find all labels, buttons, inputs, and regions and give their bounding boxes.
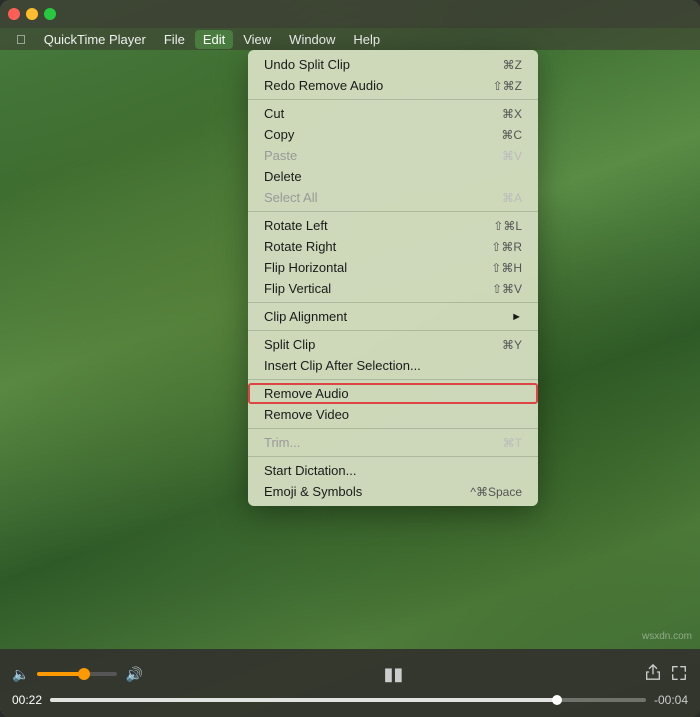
menu-shortcut: ⇧⌘Z: [493, 79, 522, 93]
menu-label: Rotate Right: [264, 239, 336, 254]
submenu-arrow-icon: ►: [511, 311, 522, 323]
menu-trim: Trim... ⌘T: [248, 432, 538, 453]
edit-dropdown-menu: Undo Split Clip ⌘Z Redo Remove Audio ⇧⌘Z…: [248, 50, 538, 506]
menu-label: Undo Split Clip: [264, 57, 350, 72]
menu-delete[interactable]: Delete: [248, 166, 538, 187]
controls-bottom-row: 00:22 -00:04: [12, 693, 688, 707]
menu-label: Split Clip: [264, 337, 315, 352]
window-controls: [8, 8, 56, 20]
menu-separator: [248, 302, 538, 303]
minimize-button[interactable]: [26, 8, 38, 20]
menu-shortcut: ⇧⌘R: [491, 240, 522, 254]
menu-label: Flip Vertical: [264, 281, 331, 296]
watermark: wsxdn.com: [642, 631, 692, 642]
menu-label: Cut: [264, 106, 284, 121]
time-end: -00:04: [654, 693, 688, 707]
menu-label: Emoji & Symbols: [264, 484, 362, 499]
fullscreen-button[interactable]: [670, 664, 688, 685]
progress-thumb: [552, 695, 562, 705]
time-current: 00:22: [12, 693, 42, 707]
menu-shortcut: ⌘T: [503, 436, 522, 450]
volume-thumb: [78, 668, 90, 680]
menu-remove-video[interactable]: Remove Video: [248, 404, 538, 425]
menu-window[interactable]: Window: [281, 30, 343, 49]
menu-start-dictation[interactable]: Start Dictation...: [248, 460, 538, 481]
menu-label: Delete: [264, 169, 302, 184]
menu-view[interactable]: View: [235, 30, 279, 49]
menu-label: Remove Video: [264, 407, 349, 422]
menu-select-all: Select All ⌘A: [248, 187, 538, 208]
menu-label: Remove Audio: [264, 386, 349, 401]
menu-insert-clip[interactable]: Insert Clip After Selection...: [248, 355, 538, 376]
menu-separator: [248, 99, 538, 100]
close-button[interactable]: [8, 8, 20, 20]
menu-remove-audio[interactable]: Remove Audio: [248, 383, 538, 404]
volume-slider[interactable]: [37, 672, 117, 676]
menu-shortcut: ⇧⌘V: [492, 282, 522, 296]
volume-high-icon: 🔊: [125, 666, 142, 683]
menu-label: Paste: [264, 148, 297, 163]
volume-low-icon: 🔈: [12, 666, 29, 683]
menu-shortcut: ⌘C: [501, 128, 522, 142]
menu-bar:  QuickTime Player File Edit View Window…: [0, 28, 700, 50]
menu-separator: [248, 379, 538, 380]
menu-separator: [248, 456, 538, 457]
menu-redo-remove[interactable]: Redo Remove Audio ⇧⌘Z: [248, 75, 538, 96]
menu-label: Flip Horizontal: [264, 260, 347, 275]
maximize-button[interactable]: [44, 8, 56, 20]
menu-shortcut: ⌘X: [502, 107, 522, 121]
menu-flip-horizontal[interactable]: Flip Horizontal ⇧⌘H: [248, 257, 538, 278]
menu-flip-vertical[interactable]: Flip Vertical ⇧⌘V: [248, 278, 538, 299]
menu-emoji-symbols[interactable]: Emoji & Symbols ^⌘Space: [248, 481, 538, 502]
title-bar: [0, 0, 700, 28]
menu-separator: [248, 330, 538, 331]
menu-apple[interactable]: : [8, 30, 34, 49]
menu-copy[interactable]: Copy ⌘C: [248, 124, 538, 145]
menu-label: Redo Remove Audio: [264, 78, 383, 93]
menu-clip-alignment[interactable]: Clip Alignment ►: [248, 306, 538, 327]
menu-file[interactable]: File: [156, 30, 193, 49]
app-window:  QuickTime Player File Edit View Window…: [0, 0, 700, 717]
menu-shortcut: ⌘V: [502, 149, 522, 163]
menu-shortcut: ⌘A: [502, 191, 522, 205]
menu-help[interactable]: Help: [345, 30, 388, 49]
menu-label: Trim...: [264, 435, 300, 450]
menu-label: Start Dictation...: [264, 463, 356, 478]
menu-shortcut: ⌘Y: [502, 338, 522, 352]
menu-undo-split[interactable]: Undo Split Clip ⌘Z: [248, 54, 538, 75]
menu-label: Clip Alignment: [264, 309, 347, 324]
menu-label: Rotate Left: [264, 218, 328, 233]
share-button[interactable]: [644, 663, 662, 686]
menu-label: Select All: [264, 190, 317, 205]
menu-rotate-left[interactable]: Rotate Left ⇧⌘L: [248, 215, 538, 236]
menu-shortcut: ^⌘Space: [470, 485, 522, 499]
menu-shortcut: ⇧⌘H: [491, 261, 522, 275]
progress-fill: [50, 698, 557, 702]
menu-rotate-right[interactable]: Rotate Right ⇧⌘R: [248, 236, 538, 257]
controls-bar: 🔈 🔊 ▮▮ 00:22: [0, 649, 700, 717]
play-button[interactable]: ▮▮: [380, 660, 408, 689]
progress-bar[interactable]: [50, 698, 646, 702]
menu-shortcut: ⌘Z: [503, 58, 522, 72]
menu-split-clip[interactable]: Split Clip ⌘Y: [248, 334, 538, 355]
menu-shortcut: ⇧⌘L: [493, 219, 522, 233]
controls-top-row: 🔈 🔊 ▮▮: [12, 660, 688, 689]
menu-paste: Paste ⌘V: [248, 145, 538, 166]
menu-cut[interactable]: Cut ⌘X: [248, 103, 538, 124]
menu-separator: [248, 428, 538, 429]
menu-edit[interactable]: Edit: [195, 30, 233, 49]
menu-label: Insert Clip After Selection...: [264, 358, 421, 373]
menu-quicktime[interactable]: QuickTime Player: [36, 30, 154, 49]
menu-separator: [248, 211, 538, 212]
menu-label: Copy: [264, 127, 294, 142]
